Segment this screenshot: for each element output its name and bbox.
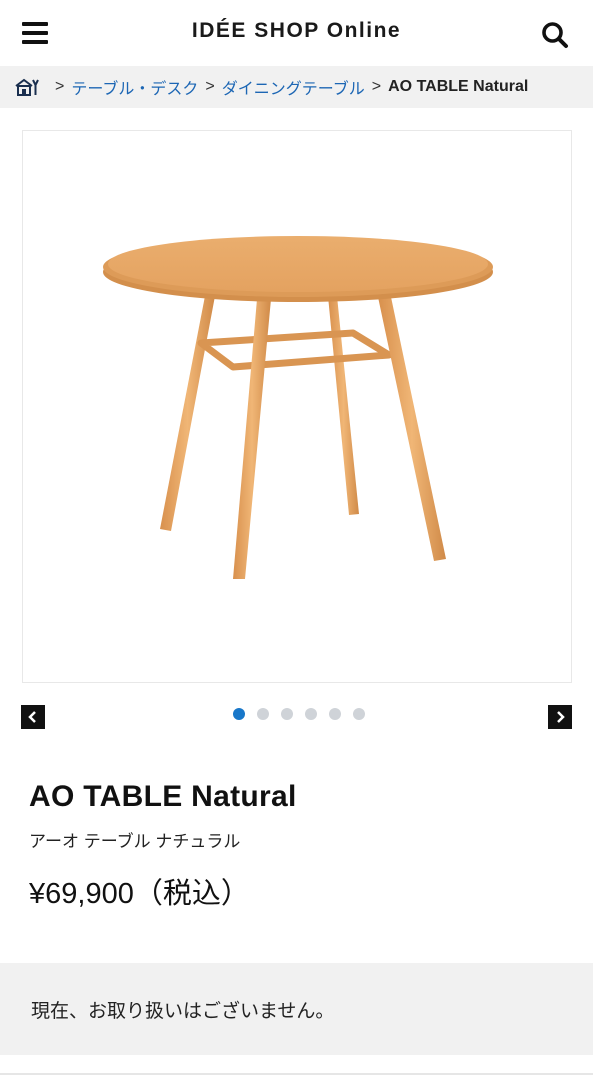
breadcrumb-separator: > bbox=[205, 78, 215, 95]
gallery-pagination-dots bbox=[0, 708, 593, 720]
breadcrumb-separator: > bbox=[55, 78, 65, 95]
gallery-dot-6[interactable] bbox=[352, 708, 365, 720]
product-subtitle: アーオ テーブル ナチュラル bbox=[29, 832, 241, 851]
product-image-gallery[interactable] bbox=[22, 130, 572, 683]
home-icon[interactable] bbox=[14, 76, 40, 98]
gallery-dot-1[interactable] bbox=[232, 708, 245, 720]
breadcrumb: > テーブル・デスク > ダイニングテーブル > AO TABLE Natura… bbox=[0, 66, 593, 108]
breadcrumb-item-current: AO TABLE Natural bbox=[388, 78, 529, 95]
breadcrumb-item-tables-desks[interactable]: テーブル・デスク bbox=[71, 75, 198, 99]
availability-notice: 現在、お取り扱いはございません。 bbox=[0, 963, 593, 1055]
search-icon[interactable] bbox=[540, 20, 570, 50]
breadcrumb-separator: > bbox=[371, 78, 382, 95]
gallery-dot-4[interactable] bbox=[304, 708, 317, 720]
gallery-dot-3[interactable] bbox=[280, 708, 293, 720]
availability-message: 現在、お取り扱いはございません。 bbox=[31, 1000, 335, 1022]
product-title: AO TABLE Natural bbox=[29, 780, 297, 813]
chevron-right-icon bbox=[557, 711, 565, 723]
site-title[interactable]: IDÉE SHOP Online bbox=[0, 19, 593, 43]
divider bbox=[0, 1073, 593, 1075]
product-price: ¥69,900（税込） bbox=[29, 878, 250, 910]
gallery-dot-2[interactable] bbox=[256, 708, 269, 720]
site-header: IDÉE SHOP Online bbox=[0, 0, 593, 66]
breadcrumb-item-dining-tables[interactable]: ダイニングテーブル bbox=[222, 75, 365, 99]
round-wooden-table-image bbox=[103, 236, 493, 579]
gallery-dot-5[interactable] bbox=[328, 708, 341, 720]
gallery-next-button[interactable] bbox=[548, 705, 572, 729]
